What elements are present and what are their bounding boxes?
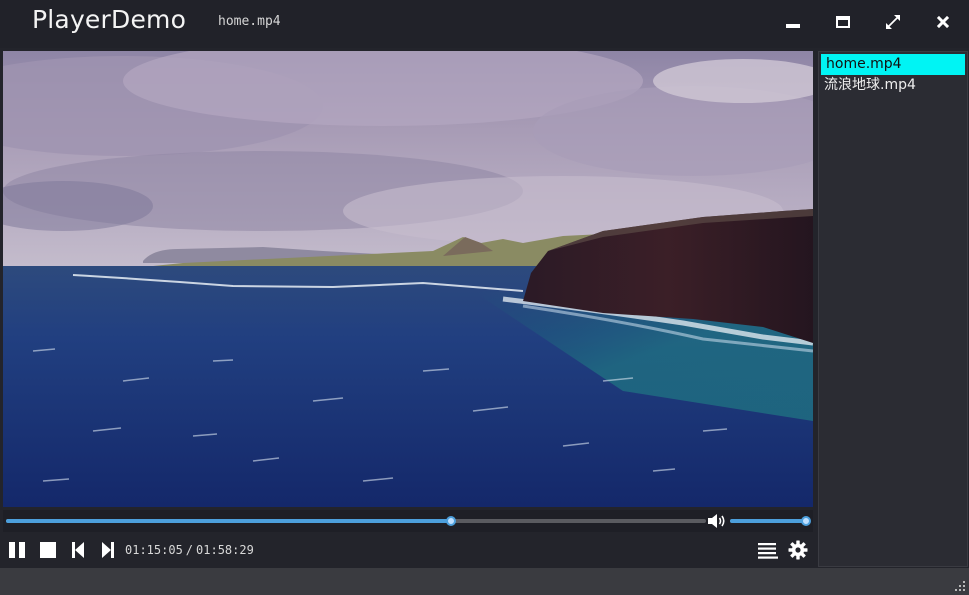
title-bar[interactable]: PlayerDemo home.mp4 — [0, 0, 969, 48]
current-file-title: home.mp4 — [218, 14, 281, 29]
playlist-panel: home.mp4 流浪地球.mp4 — [818, 51, 968, 567]
fullscreen-icon — [886, 15, 900, 29]
volume-slider-handle[interactable] — [801, 516, 811, 526]
current-time: 01:15:05 — [125, 543, 183, 557]
player-window: PlayerDemo home.mp4 01:15:05 / 01:58:29 … — [0, 0, 969, 595]
close-button[interactable] — [929, 10, 957, 34]
previous-icon — [72, 542, 84, 558]
time-display: 01:15:05/01:58:29 — [125, 543, 254, 557]
pause-button[interactable] — [7, 541, 27, 559]
minimize-button[interactable] — [779, 10, 807, 34]
volume-icon — [708, 514, 725, 528]
maximize-button[interactable] — [829, 10, 857, 34]
pause-icon — [9, 542, 25, 558]
playlist-toggle-button[interactable] — [756, 541, 780, 559]
next-icon — [102, 542, 114, 558]
progress-row — [3, 510, 813, 532]
seek-bar-handle[interactable] — [446, 516, 457, 526]
resize-grip-icon[interactable] — [954, 580, 966, 592]
playlist-icon — [758, 543, 778, 559]
minimize-icon — [786, 24, 800, 28]
status-bar — [0, 568, 969, 595]
settings-button[interactable] — [787, 540, 809, 560]
gear-icon — [788, 540, 808, 560]
close-icon — [937, 16, 949, 28]
seek-bar[interactable] — [6, 516, 706, 526]
maximize-icon — [836, 16, 850, 28]
playlist-item[interactable]: 流浪地球.mp4 — [819, 75, 967, 96]
volume-slider-fill — [730, 519, 806, 523]
app-title: PlayerDemo — [32, 5, 187, 34]
video-frame[interactable] — [3, 51, 813, 507]
total-time: 01:58:29 — [196, 543, 254, 557]
stop-button[interactable] — [38, 541, 58, 559]
playlist-item[interactable]: home.mp4 — [821, 54, 965, 75]
time-separator: / — [185, 543, 194, 557]
previous-button[interactable] — [68, 541, 88, 559]
seek-bar-fill — [6, 519, 452, 523]
next-button[interactable] — [98, 541, 118, 559]
controls-row: 01:15:05/01:58:29 — [3, 533, 813, 567]
volume-button[interactable] — [706, 511, 728, 531]
volume-slider[interactable] — [730, 516, 811, 526]
video-image — [3, 51, 813, 507]
fullscreen-button[interactable] — [879, 10, 907, 34]
stop-icon — [40, 542, 56, 558]
